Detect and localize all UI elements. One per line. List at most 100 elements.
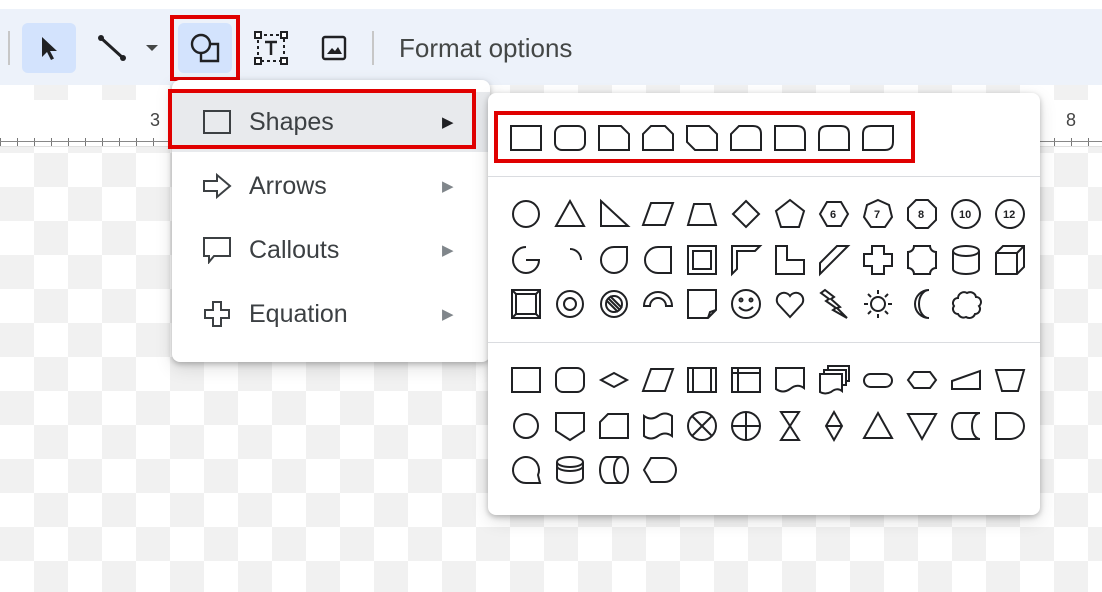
snip-round-single-corner-rectangle-icon	[730, 125, 762, 151]
flowchart-sequential-access-storage-icon	[512, 456, 542, 484]
flowchart-punched-tape-icon	[643, 412, 673, 440]
diagonal-stripe-shape[interactable]	[812, 238, 856, 282]
flowchart-or-shape[interactable]	[724, 404, 768, 448]
moon-shape[interactable]	[900, 282, 944, 326]
flowchart-merge-shape[interactable]	[900, 404, 944, 448]
arc-icon	[569, 248, 582, 261]
flowchart-document-shape[interactable]	[768, 358, 812, 402]
heart-shape[interactable]	[768, 282, 812, 326]
flowchart-sort-shape[interactable]	[812, 404, 856, 448]
flowchart-or-icon	[731, 411, 761, 441]
parallelogram-icon	[641, 202, 675, 226]
can-icon	[952, 245, 980, 275]
rectangle-shape[interactable]	[504, 116, 548, 160]
line-dropdown-button[interactable]	[140, 23, 164, 73]
round-diagonal-corner-rectangle-shape[interactable]	[856, 116, 900, 160]
flowchart-row	[504, 358, 1032, 402]
pie-shape[interactable]	[504, 238, 548, 282]
flowchart-data-icon	[641, 368, 675, 392]
lightning-bolt-shape[interactable]	[812, 282, 856, 326]
select-tool-button[interactable]	[22, 23, 76, 73]
decagon-shape[interactable]: 10	[944, 192, 988, 236]
teardrop-shape[interactable]	[592, 238, 636, 282]
flowchart-terminator-shape[interactable]	[856, 358, 900, 402]
flowchart-data-shape[interactable]	[636, 358, 680, 402]
diamond-shape[interactable]	[724, 192, 768, 236]
donut-shape[interactable]	[548, 282, 592, 326]
flowchart-alternate-process-shape[interactable]	[548, 358, 592, 402]
snip-same-side-corner-rectangle-shape[interactable]	[636, 116, 680, 160]
flowchart-offpage-connector-shape[interactable]	[548, 404, 592, 448]
right-triangle-shape[interactable]	[592, 192, 636, 236]
flowchart-extract-shape[interactable]	[856, 404, 900, 448]
flowchart-summing-junction-shape[interactable]	[680, 404, 724, 448]
snip-single-corner-rectangle-shape[interactable]	[592, 116, 636, 160]
cloud-shape[interactable]	[944, 282, 988, 326]
flowchart-magnetic-disk-shape[interactable]	[548, 448, 592, 492]
heptagon-icon: 7	[862, 198, 894, 228]
folded-corner-shape[interactable]	[680, 282, 724, 326]
trapezoid-shape[interactable]	[680, 192, 724, 236]
flowchart-process-shape[interactable]	[504, 358, 548, 402]
half-frame-shape[interactable]	[724, 238, 768, 282]
flowchart-delay-icon	[995, 412, 1025, 440]
image-tool-button[interactable]	[312, 23, 356, 73]
text-box-tool-button[interactable]	[246, 23, 296, 73]
line-tool-button[interactable]	[90, 23, 134, 73]
flowchart-predefined-process-shape[interactable]	[680, 358, 724, 402]
triangle-shape[interactable]	[548, 192, 592, 236]
flowchart-connector-shape[interactable]	[504, 404, 548, 448]
flowchart-punched-tape-shape[interactable]	[636, 404, 680, 448]
cross-shape[interactable]	[856, 238, 900, 282]
flowchart-multidocument-shape[interactable]	[812, 358, 856, 402]
round-same-side-corner-rectangle-shape[interactable]	[812, 116, 856, 160]
menu-item-callouts[interactable]: Callouts ▶	[172, 220, 490, 280]
shape-icon	[190, 33, 220, 63]
smiley-face-shape[interactable]	[724, 282, 768, 326]
flowchart-stored-data-shape[interactable]	[944, 404, 988, 448]
rounded-rectangle-shape[interactable]	[548, 116, 592, 160]
basic-shapes-row	[504, 238, 1032, 282]
menu-item-arrows[interactable]: Arrows ▶	[172, 156, 490, 216]
block-arc-shape[interactable]	[636, 282, 680, 326]
sun-shape[interactable]	[856, 282, 900, 326]
oval-shape[interactable]	[504, 192, 548, 236]
flowchart-decision-shape[interactable]	[592, 358, 636, 402]
frame-shape[interactable]	[680, 238, 724, 282]
shape-tool-button[interactable]	[178, 23, 232, 73]
pentagon-shape[interactable]	[768, 192, 812, 236]
menu-item-equation[interactable]: Equation ▶	[172, 284, 490, 344]
no-symbol-shape[interactable]	[592, 282, 636, 326]
flowchart-delay-shape[interactable]	[988, 404, 1032, 448]
snip-round-single-corner-rectangle-shape[interactable]	[724, 116, 768, 160]
round-single-corner-rectangle-shape[interactable]	[768, 116, 812, 160]
snip-diagonal-corner-rectangle-shape[interactable]	[680, 116, 724, 160]
flowchart-collate-shape[interactable]	[768, 404, 812, 448]
flowchart-manual-input-shape[interactable]	[944, 358, 988, 402]
flowchart-display-shape[interactable]	[636, 448, 680, 492]
bevel-shape[interactable]	[504, 282, 548, 326]
arc-shape[interactable]	[548, 238, 592, 282]
plaque-shape[interactable]	[900, 238, 944, 282]
heptagon-shape[interactable]: 7	[856, 192, 900, 236]
menu-item-shapes[interactable]: Shapes ▶	[172, 92, 490, 152]
flowchart-internal-storage-shape[interactable]	[724, 358, 768, 402]
flowchart-row	[504, 448, 680, 492]
cube-shape[interactable]	[988, 238, 1032, 282]
flowchart-preparation-shape[interactable]	[900, 358, 944, 402]
flowchart-direct-access-storage-shape[interactable]	[592, 448, 636, 492]
rectangle-icon	[510, 125, 542, 151]
format-options-button[interactable]: Format options	[399, 33, 572, 64]
line-icon	[98, 35, 126, 61]
can-shape[interactable]	[944, 238, 988, 282]
flowchart-manual-operation-shape[interactable]	[988, 358, 1032, 402]
dodecagon-shape[interactable]: 12	[988, 192, 1032, 236]
flowchart-sequential-access-storage-shape[interactable]	[504, 448, 548, 492]
flowchart-card-shape[interactable]	[592, 404, 636, 448]
chord-shape[interactable]	[636, 238, 680, 282]
parallelogram-shape[interactable]	[636, 192, 680, 236]
l-shape-shape[interactable]	[768, 238, 812, 282]
octagon-shape[interactable]: 8	[900, 192, 944, 236]
ruler-number: 8	[1066, 110, 1077, 130]
hexagon-shape[interactable]: 6	[812, 192, 856, 236]
